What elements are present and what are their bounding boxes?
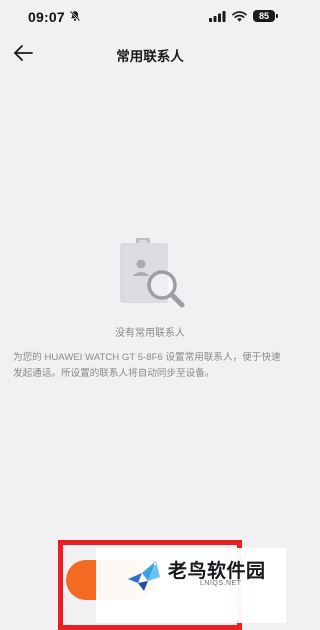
empty-state-title: 没有常用联系人 [115,328,185,339]
battery-level: 85 [258,11,269,21]
cellular-icon [209,10,226,22]
status-time: 09:07 [28,9,65,25]
watermark-name: 老鸟软件园 [168,561,266,582]
status-indicators: 85 [209,9,278,23]
watermark-url: LNIQS.NET [200,580,242,587]
bird-logo-icon [128,561,160,591]
empty-state-description: 为您的 HUAWEI WATCH GT 5-8F6 设置常用联系人，便于快速发起… [13,352,281,379]
bell-muted-icon [69,10,81,22]
header: 常用联系人 [0,36,300,72]
page-title: 常用联系人 [116,49,184,64]
battery-icon: 85 [253,10,278,22]
wifi-icon [232,10,247,22]
contacts-search-illustration [120,238,185,308]
status-bar: 09:07 85 [0,0,300,32]
